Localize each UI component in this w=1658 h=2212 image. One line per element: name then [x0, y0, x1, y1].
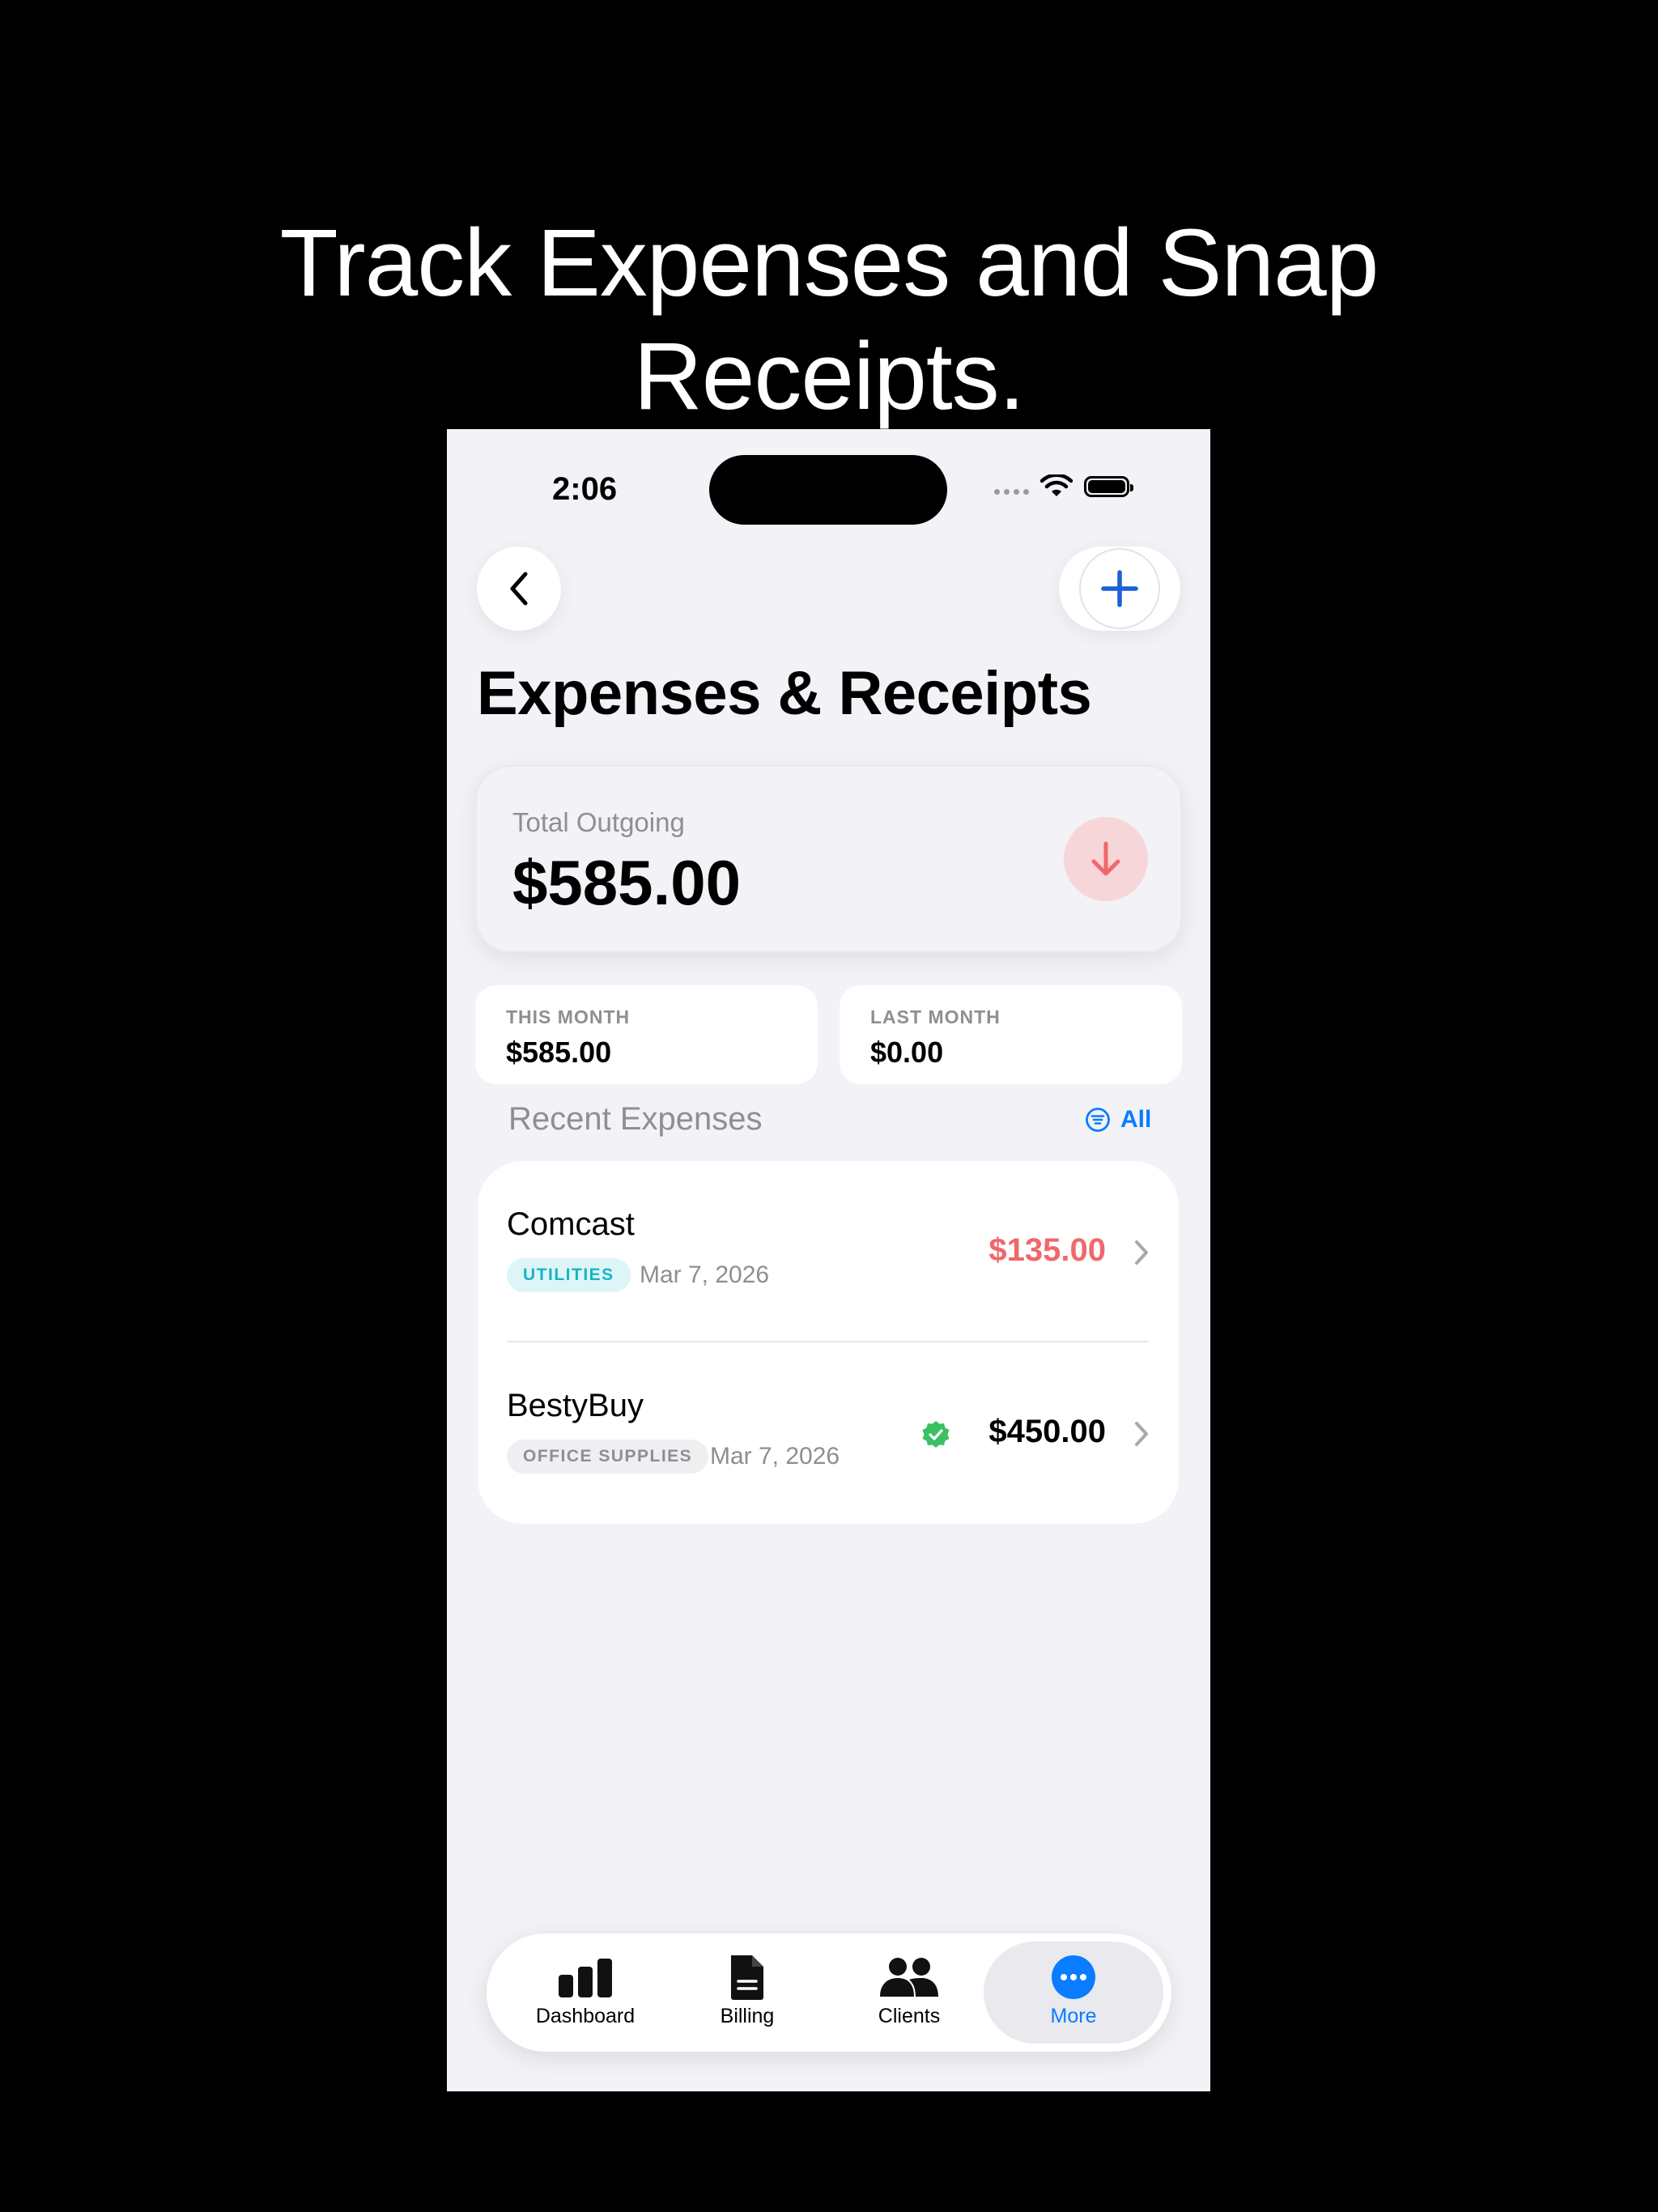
- document-icon: [731, 1955, 763, 2000]
- expense-date: Mar 7, 2026: [640, 1261, 770, 1288]
- tab-more[interactable]: More: [993, 1933, 1154, 2052]
- wifi-icon: [1040, 474, 1073, 496]
- battery-icon: [1084, 476, 1133, 497]
- expense-list: Comcast UTILITIES Mar 7, 2026 $135.00 Be…: [478, 1161, 1179, 1524]
- this-month-label: THIS MONTH: [506, 1006, 631, 1027]
- tab-bar: Dashboard Billing Clients More: [487, 1933, 1171, 2052]
- chevron-left-icon: [510, 572, 528, 606]
- view-all-label: All: [1120, 1106, 1152, 1133]
- receipt-verified-icon: [922, 1421, 950, 1448]
- phone-screen: 2:06 Expenses & Receipts Total Outgoing …: [447, 429, 1210, 2091]
- expense-vendor: Comcast: [507, 1206, 635, 1242]
- total-outgoing-card: Total Outgoing $585.00: [475, 765, 1182, 953]
- outgoing-indicator: [1064, 817, 1148, 901]
- expense-row[interactable]: BestyBuy OFFICE SUPPLIES Mar 7, 2026 $45…: [478, 1342, 1179, 1522]
- chart-bars-icon: [559, 1959, 612, 1997]
- ellipsis-circle-icon: [1052, 1955, 1095, 1999]
- last-month-card: LAST MONTH $0.00: [840, 985, 1182, 1084]
- category-tag: UTILITIES: [507, 1258, 631, 1292]
- last-month-label: LAST MONTH: [870, 1006, 1001, 1027]
- category-tag: OFFICE SUPPLIES: [507, 1440, 709, 1474]
- chevron-right-icon: [1135, 1240, 1148, 1265]
- status-indicators: [994, 474, 1133, 499]
- tab-dashboard[interactable]: Dashboard: [504, 1933, 666, 2052]
- expense-row[interactable]: Comcast UTILITIES Mar 7, 2026 $135.00: [478, 1161, 1179, 1341]
- last-month-value: $0.00: [870, 1036, 944, 1069]
- back-button[interactable]: [477, 547, 561, 631]
- tab-label: Billing: [720, 2005, 775, 2027]
- expense-amount: $135.00: [988, 1232, 1106, 1268]
- chevron-right-icon: [1135, 1422, 1148, 1446]
- dynamic-island: [709, 455, 947, 525]
- promo-headline: Track Expenses and Snap Receipts.: [0, 206, 1658, 433]
- this-month-card: THIS MONTH $585.00: [475, 985, 818, 1084]
- expense-vendor: BestyBuy: [507, 1388, 644, 1423]
- cellular-signal-icon: [994, 488, 1029, 495]
- tab-billing[interactable]: Billing: [666, 1933, 828, 2052]
- filter-icon: [1086, 1108, 1110, 1132]
- total-outgoing-amount: $585.00: [512, 847, 741, 918]
- status-time: 2:06: [552, 471, 618, 507]
- add-expense-button[interactable]: [1059, 547, 1180, 631]
- people-icon: [880, 1958, 938, 1997]
- tab-clients[interactable]: Clients: [828, 1933, 990, 2052]
- recent-expenses-title: Recent Expenses: [508, 1101, 763, 1137]
- headline-line-1: Track Expenses and Snap: [279, 210, 1380, 317]
- tab-label: More: [1050, 2005, 1097, 2027]
- page-title: Expenses & Receipts: [477, 659, 1092, 728]
- tab-label: Clients: [878, 2005, 941, 2027]
- expense-date: Mar 7, 2026: [710, 1443, 840, 1470]
- arrow-down-icon: [1091, 841, 1120, 876]
- expense-amount: $450.00: [988, 1414, 1106, 1449]
- headline-line-2: Receipts.: [633, 323, 1026, 430]
- tab-label: Dashboard: [535, 2005, 636, 2027]
- total-outgoing-label: Total Outgoing: [512, 807, 685, 837]
- this-month-value: $585.00: [506, 1036, 612, 1069]
- view-all-button[interactable]: All: [1085, 1106, 1151, 1134]
- plus-icon: [1101, 570, 1138, 607]
- add-button-ring: [1079, 548, 1160, 629]
